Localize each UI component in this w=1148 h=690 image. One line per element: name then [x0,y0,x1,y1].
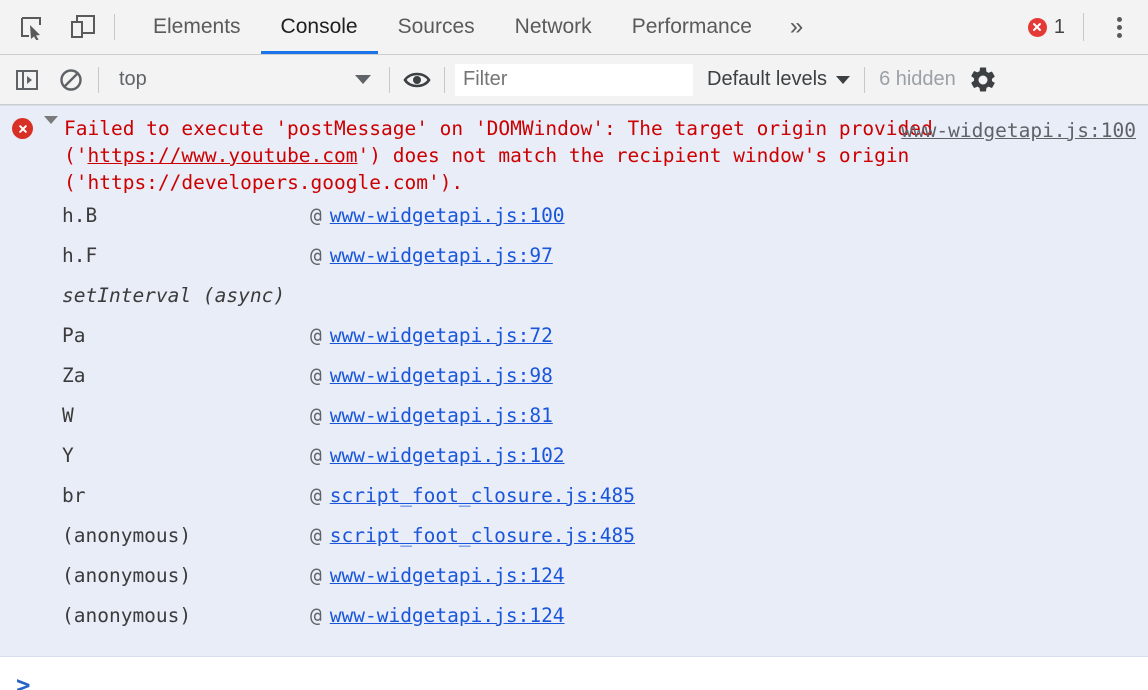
console-message-list: Failed to execute 'postMessage' on 'DOMW… [0,105,1148,690]
at-separator: @ [310,484,322,507]
toolbar-divider [444,67,445,93]
error-count-value: 1 [1054,16,1065,39]
stack-frame-name: W [62,404,310,427]
stack-frame-link[interactable]: www-widgetapi.js:97 [330,244,553,267]
prompt-caret-icon: > [16,673,30,690]
at-separator: @ [310,564,322,587]
stack-frame-name: Za [62,364,310,387]
stack-frame-row-async: setInterval (async) [0,284,1148,324]
stack-frame-name: br [62,484,310,507]
log-levels-label: Default levels [707,68,827,91]
stack-frame-name: (anonymous) [62,604,310,627]
execution-context-value: top [119,68,147,91]
kebab-menu-icon[interactable] [1102,10,1136,44]
more-tabs-icon[interactable]: » [772,0,821,54]
triangle-down-icon[interactable] [44,115,64,143]
stack-frame-link[interactable]: www-widgetapi.js:72 [330,324,553,347]
stack-frame-row: (anonymous) @ www-widgetapi.js:124 [0,604,1148,644]
inspect-element-icon[interactable] [14,10,48,44]
stack-frame-row: (anonymous) @ script_foot_closure.js:485 [0,524,1148,564]
tab-elements[interactable]: Elements [133,0,261,54]
toolbar-divider [389,67,390,93]
error-text-link-origin[interactable]: https://www.youtube.com [87,144,357,167]
stack-frame-link[interactable]: script_foot_closure.js:485 [330,484,635,507]
at-separator: @ [310,204,322,227]
at-separator: @ [310,404,322,427]
error-text-part-3: https://developers.google.com [87,171,427,194]
error-circle-icon [1028,18,1047,37]
stack-frame-row: h.B @ www-widgetapi.js:100 [0,204,1148,244]
stack-frame-link[interactable]: www-widgetapi.js:98 [330,364,553,387]
toolbar-divider [98,67,99,93]
stack-frame-link[interactable]: script_foot_closure.js:485 [330,524,635,547]
stack-frame-row: h.F @ www-widgetapi.js:97 [0,244,1148,284]
stack-frame-link[interactable]: www-widgetapi.js:100 [330,204,565,227]
error-icon-wrap [12,115,44,139]
tab-label: Network [515,15,592,39]
at-separator: @ [310,324,322,347]
stack-frame-link[interactable]: www-widgetapi.js:124 [330,604,565,627]
live-expression-eye-icon[interactable] [400,63,434,97]
error-text-part-4: '). [428,171,463,194]
stack-frame-name: (anonymous) [62,524,310,547]
stack-frame-row: br @ script_foot_closure.js:485 [0,484,1148,524]
gear-icon[interactable] [968,65,998,95]
at-separator: @ [310,444,322,467]
at-separator: @ [310,364,322,387]
tab-label: Sources [398,15,475,39]
stack-trace: h.B @ www-widgetapi.js:100 h.F @ www-wid… [0,200,1148,656]
devtools-tool-icons [0,0,100,54]
stack-frame-row: Pa @ www-widgetapi.js:72 [0,324,1148,364]
devtools-tabbar: Elements Console Sources Network Perform… [0,0,1148,55]
console-prompt[interactable]: > [0,657,1148,690]
toolbar-divider [114,14,115,40]
hidden-messages-count: 6 hidden [879,68,956,91]
stack-frame-name: (anonymous) [62,564,310,587]
console-filter-toolbar: top Default levels 6 hidden [0,55,1148,105]
chevron-down-icon [355,75,371,84]
error-count-badge[interactable]: 1 [1028,16,1065,39]
error-header-row: Failed to execute 'postMessage' on 'DOMW… [0,106,1148,200]
stack-frame-name: Y [62,444,310,467]
console-error-message[interactable]: Failed to execute 'postMessage' on 'DOMW… [0,105,1148,657]
stack-frame-link[interactable]: www-widgetapi.js:124 [330,564,565,587]
device-toolbar-icon[interactable] [66,10,100,44]
stack-frame-link[interactable]: www-widgetapi.js:102 [330,444,565,467]
stack-frame-link[interactable]: www-widgetapi.js:81 [330,404,553,427]
at-separator: @ [310,244,322,267]
tab-network[interactable]: Network [495,0,612,54]
toolbar-divider [864,67,865,93]
tab-label: Performance [632,15,752,39]
tab-sources[interactable]: Sources [378,0,495,54]
stack-frame-row: Y @ www-widgetapi.js:102 [0,444,1148,484]
stack-frame-row: W @ www-widgetapi.js:81 [0,404,1148,444]
at-separator: @ [310,524,322,547]
tab-label: Elements [153,15,241,39]
stack-frame-name: h.F [62,244,310,267]
error-circle-icon [12,118,33,139]
error-source-link[interactable]: www-widgetapi.js:100 [901,117,1136,144]
at-separator: @ [310,604,322,627]
execution-context-selector[interactable]: top [109,63,379,97]
panel-tabs: Elements Console Sources Network Perform… [133,0,821,54]
stack-frame-name: h.B [62,204,310,227]
stack-frame-name: Pa [62,324,310,347]
filter-input[interactable] [455,64,693,96]
tabbar-divider [1083,13,1084,41]
stack-frame-async-label: setInterval (async) [62,284,285,307]
log-levels-selector[interactable]: Default levels [707,68,850,91]
tabbar-right-controls: 1 [1028,0,1148,54]
tab-console[interactable]: Console [261,0,378,54]
tab-performance[interactable]: Performance [612,0,772,54]
tab-label: Console [281,15,358,39]
chevron-down-icon [836,76,850,84]
stack-frame-row: Za @ www-widgetapi.js:98 [0,364,1148,404]
stack-frame-row: (anonymous) @ www-widgetapi.js:124 [0,564,1148,604]
clear-console-icon[interactable] [54,63,88,97]
console-sidebar-icon[interactable] [10,63,44,97]
